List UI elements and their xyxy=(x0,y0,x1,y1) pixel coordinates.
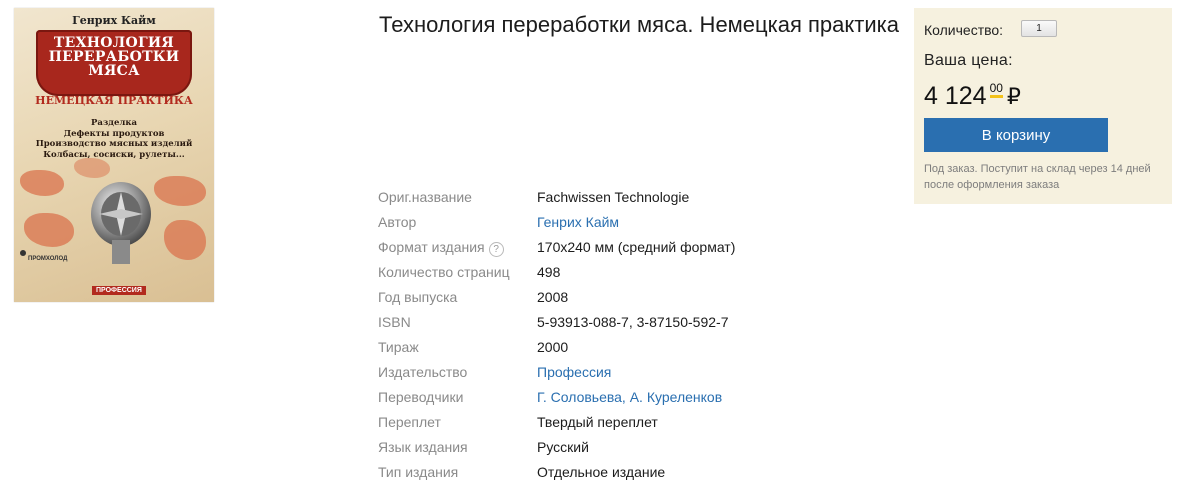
ruble-icon: ₽ xyxy=(1006,84,1021,109)
spec-label: Издательство xyxy=(378,364,468,380)
spec-label: Автор xyxy=(378,214,417,230)
spec-value: Fachwissen Technologie xyxy=(537,189,690,205)
cover-topic: Производство мясных изделий xyxy=(35,139,193,149)
cover-subtitle: НЕМЕЦКАЯ ПРАКТИКА xyxy=(35,94,193,107)
price-rubles: 4 124 xyxy=(924,82,987,110)
spec-value: 170x240 мм (средний формат) xyxy=(537,239,736,255)
quantity-label: Количество: xyxy=(924,22,1004,38)
spec-row-translators: Переводчики Г. Соловьева, А. Куреленков xyxy=(378,385,898,410)
cover-publisher: ПРОФЕССИЯ xyxy=(92,286,146,295)
spec-value: 5-93913-088-7, 3-87150-592-7 xyxy=(537,314,729,330)
cover-topic: Колбасы, сосиски, рулеты... xyxy=(43,149,185,160)
cover-logo: ПРОМХОЛОД xyxy=(28,256,68,262)
availability-note: Под заказ. Поступит на склад через 14 дн… xyxy=(924,163,1151,191)
spec-row-publisher: Издательство Профессия xyxy=(378,360,898,385)
spec-label: Количество страниц xyxy=(378,264,510,280)
meat-grinder-illustration xyxy=(91,182,151,264)
book-cover-image[interactable]: Генрих Кайм ТЕХНОЛОГИЯ ПЕРЕРАБОТКИ МЯСА … xyxy=(14,8,214,302)
price-kopecks: 00 xyxy=(989,81,1003,98)
product-specs: Ориг.название Fachwissen Technologie Авт… xyxy=(378,185,898,485)
spec-label: Переплет xyxy=(378,414,441,430)
spec-label: Язык издания xyxy=(378,439,468,455)
spec-label: Ориг.название xyxy=(378,189,472,205)
spec-row-binding: Переплет Твердый переплет xyxy=(378,410,898,435)
purchase-panel: Количество: 1 Ваша цена: 4 124 00 ₽ В корз… xyxy=(914,8,1172,204)
cover-topic: Разделка xyxy=(90,118,138,128)
author-link[interactable]: Генрих Кайм xyxy=(537,210,619,235)
quantity-input[interactable]: 1 xyxy=(1021,20,1057,37)
spec-row-format: Формат издания? 170x240 мм (средний форм… xyxy=(378,235,898,260)
spec-label: Тираж xyxy=(378,339,419,355)
spec-row-print-run: Тираж 2000 xyxy=(378,335,898,360)
add-to-cart-button[interactable]: В корзину xyxy=(924,118,1108,152)
spec-value: 498 xyxy=(537,264,561,280)
cover-author: Генрих Кайм xyxy=(72,14,156,27)
spec-row-original-title: Ориг.название Fachwissen Technologie xyxy=(378,185,898,210)
help-icon[interactable]: ? xyxy=(488,242,504,257)
spec-value: Твердый переплет xyxy=(537,414,658,430)
translators-link[interactable]: Г. Соловьева, А. Куреленков xyxy=(537,385,722,410)
spec-label: Формат издания? xyxy=(378,235,504,260)
spec-row-edition-type: Тип издания Отдельное издание xyxy=(378,460,898,485)
spec-row-pages: Количество страниц 498 xyxy=(378,260,898,285)
price-label: Ваша цена: xyxy=(924,52,1013,69)
meat-illustration xyxy=(20,170,64,196)
spec-label: Год выпуска xyxy=(378,289,458,305)
meat-illustration xyxy=(164,220,206,260)
spec-row-author: Автор Генрих Кайм xyxy=(378,210,898,235)
spec-label: Переводчики xyxy=(378,389,464,405)
spec-label-text: Формат издания xyxy=(378,239,485,255)
spec-value: Русский xyxy=(537,439,589,455)
cover-title: ТЕХНОЛОГИЯ ПЕРЕРАБОТКИ МЯСА xyxy=(36,36,192,78)
page-title: Технология переработки мяса. Немецкая пр… xyxy=(379,12,899,37)
price: 4 124 00 ₽ xyxy=(924,81,1021,111)
spec-label: ISBN xyxy=(378,314,411,330)
spec-row-language: Язык издания Русский xyxy=(378,435,898,460)
cover-topics: Разделка Дефекты продуктов Производство … xyxy=(14,118,214,160)
cover-title-line: МЯСА xyxy=(88,63,140,79)
meat-illustration xyxy=(154,176,206,206)
spec-value: 2008 xyxy=(537,289,569,305)
spec-row-year: Год выпуска 2008 xyxy=(378,285,898,310)
publisher-logo-icon xyxy=(20,250,26,256)
cover-topic: Дефекты продуктов xyxy=(63,128,165,139)
cover-title-line: ПЕРЕРАБОТКИ xyxy=(48,49,180,65)
spec-row-isbn: ISBN 5-93913-088-7, 3-87150-592-7 xyxy=(378,310,898,335)
meat-illustration xyxy=(74,158,110,178)
publisher-link[interactable]: Профессия xyxy=(537,360,611,385)
spec-value: 2000 xyxy=(537,339,569,355)
spec-label: Тип издания xyxy=(378,464,459,480)
spec-value: Отдельное издание xyxy=(537,464,666,480)
meat-illustration xyxy=(24,213,74,247)
cover-title-line: ТЕХНОЛОГИЯ xyxy=(53,35,175,51)
